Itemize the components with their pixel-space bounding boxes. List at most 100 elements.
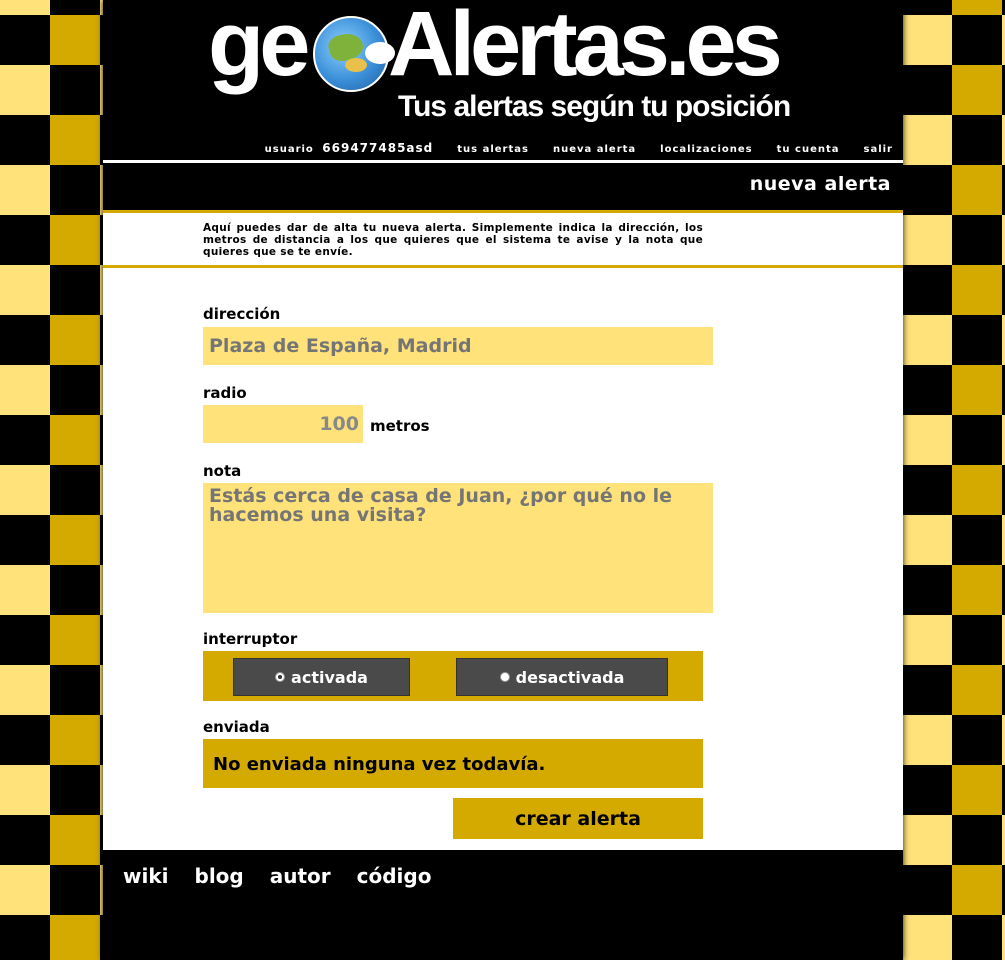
- checker-cell: [952, 665, 1002, 715]
- nav-nueva-alerta[interactable]: nueva alerta: [553, 144, 636, 155]
- checker-cell: [50, 515, 100, 565]
- checker-cell: [952, 165, 1002, 215]
- checker-cell: [952, 465, 1002, 515]
- checker-cell: [902, 265, 952, 315]
- enviada-label: enviada: [203, 718, 270, 736]
- checker-cell: [902, 615, 952, 665]
- content-area: Aquí puedes dar de alta tu nueva alerta.…: [103, 210, 903, 859]
- top-navigation: usuario 669477485asd tus alertas nueva a…: [265, 141, 893, 155]
- checker-cell: [902, 215, 952, 265]
- checker-cell: [952, 565, 1002, 615]
- title-bar: nueva alerta: [103, 163, 903, 201]
- checker-cell: [50, 15, 100, 65]
- checker-cell: [902, 15, 952, 65]
- checker-cell: [50, 815, 100, 865]
- checker-cell: [952, 215, 1002, 265]
- checker-cell: [902, 165, 952, 215]
- checker-cell: [952, 865, 1002, 915]
- checker-cell: [952, 815, 1002, 865]
- checker-cell: [0, 65, 50, 115]
- checker-cell: [50, 865, 100, 915]
- checker-cell: [0, 565, 50, 615]
- checker-cell: [902, 65, 952, 115]
- checker-cell: [50, 115, 100, 165]
- footer-link-blog[interactable]: blog: [195, 864, 244, 888]
- enviada-status: No enviada ninguna vez todavía.: [203, 739, 703, 788]
- checker-cell: [50, 265, 100, 315]
- switch-group: activada desactivada: [203, 651, 703, 701]
- checker-cell: [50, 715, 100, 765]
- checker-cell: [0, 465, 50, 515]
- checker-cell: [0, 415, 50, 465]
- nota-textarea[interactable]: [203, 483, 713, 613]
- footer-link-wiki[interactable]: wiki: [123, 864, 169, 888]
- create-alert-button[interactable]: crear alerta: [453, 798, 703, 839]
- radio-unit: metros: [370, 417, 430, 435]
- switch-desactivada-button[interactable]: desactivada: [456, 658, 668, 696]
- intro-text: Aquí puedes dar de alta tu nueva alerta.…: [203, 222, 703, 258]
- footer-link-autor[interactable]: autor: [270, 864, 331, 888]
- checker-cell: [0, 15, 50, 65]
- checker-cell: [0, 215, 50, 265]
- divider: [103, 265, 903, 268]
- checker-cell: [902, 465, 952, 515]
- tagline: Tus alertas según tu posición: [398, 90, 791, 123]
- checker-cell: [0, 115, 50, 165]
- checkered-background-left: [0, 0, 103, 960]
- checker-cell: [902, 415, 952, 465]
- checker-cell: [50, 915, 100, 960]
- radio-checked-icon: [275, 672, 286, 682]
- checker-cell: [50, 665, 100, 715]
- nav-tu-cuenta[interactable]: tu cuenta: [777, 144, 840, 155]
- checker-cell: [952, 615, 1002, 665]
- direccion-input[interactable]: [203, 327, 713, 365]
- checker-cell: [50, 215, 100, 265]
- footer-link-codigo[interactable]: código: [357, 864, 432, 888]
- checker-cell: [0, 915, 50, 960]
- checkered-background-right: [902, 0, 1005, 960]
- page-title: nueva alerta: [749, 173, 891, 195]
- checker-cell: [902, 665, 952, 715]
- checker-cell: [952, 0, 1002, 15]
- checker-cell: [0, 0, 50, 15]
- checker-cell: [50, 465, 100, 515]
- checker-cell: [952, 915, 1002, 960]
- nav-salir[interactable]: salir: [864, 144, 894, 155]
- checker-cell: [902, 365, 952, 415]
- checker-cell: [0, 665, 50, 715]
- switch-activada-button[interactable]: activada: [233, 658, 410, 696]
- checker-cell: [0, 515, 50, 565]
- switch-activada-label: activada: [291, 667, 368, 687]
- logo-geo-text: ge: [208, 0, 310, 95]
- checker-cell: [902, 915, 952, 960]
- logo-text: ge Alertas.es: [208, 0, 783, 97]
- checker-cell: [0, 615, 50, 665]
- checker-cell: [902, 115, 952, 165]
- user-info: usuario 669477485asd: [265, 141, 434, 155]
- footer: wiki blog autor código: [103, 850, 903, 960]
- checker-cell: [952, 15, 1002, 65]
- user-id: 669477485asd: [322, 141, 434, 155]
- checker-cell: [902, 565, 952, 615]
- checker-cell: [0, 815, 50, 865]
- checker-cell: [952, 765, 1002, 815]
- checker-cell: [0, 715, 50, 765]
- nav-localizaciones[interactable]: localizaciones: [660, 144, 752, 155]
- checker-cell: [0, 765, 50, 815]
- radio-unchecked-icon: [499, 672, 510, 682]
- checker-cell: [50, 365, 100, 415]
- page-container: ge Alertas.es Tus alertas según tu posic…: [103, 0, 903, 960]
- checker-cell: [50, 615, 100, 665]
- checker-cell: [0, 865, 50, 915]
- radio-input[interactable]: [203, 405, 363, 443]
- switch-desactivada-label: desactivada: [515, 667, 625, 687]
- nota-label: nota: [203, 462, 242, 480]
- nav-tus-alertas[interactable]: tus alertas: [457, 144, 529, 155]
- checker-cell: [952, 65, 1002, 115]
- checker-cell: [50, 565, 100, 615]
- checker-cell: [952, 515, 1002, 565]
- checker-cell: [902, 815, 952, 865]
- checker-cell: [902, 865, 952, 915]
- radio-label: radio: [203, 384, 247, 402]
- checker-cell: [0, 365, 50, 415]
